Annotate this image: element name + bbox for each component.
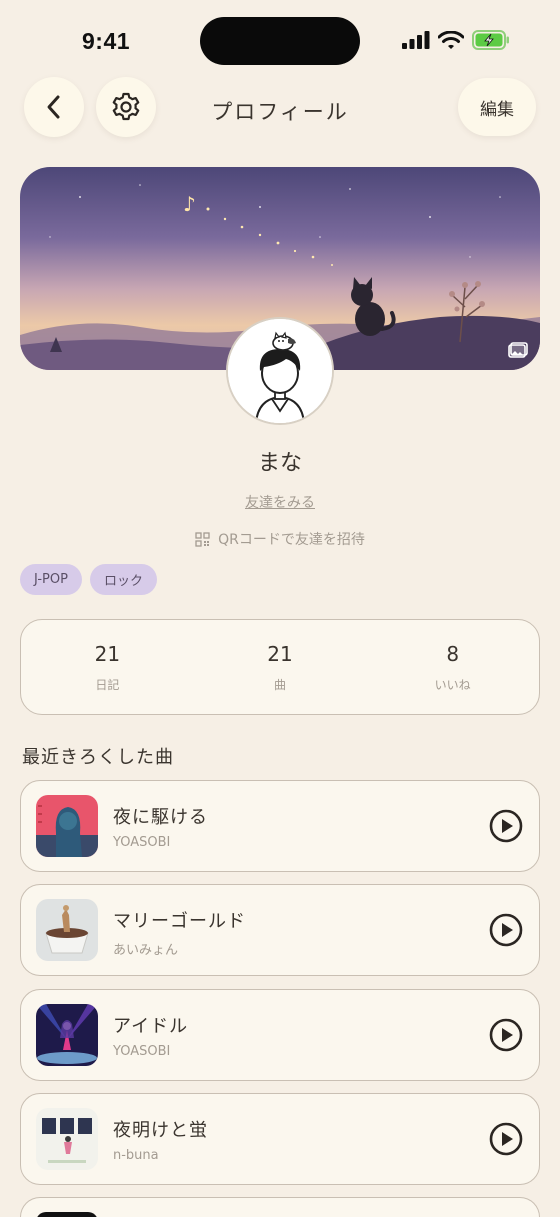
recent-songs-title: 最近きろくした曲 bbox=[22, 747, 174, 768]
svg-text:♪: ♪ bbox=[183, 192, 196, 216]
tag-jpop[interactable]: J-POP bbox=[20, 564, 82, 595]
dynamic-island bbox=[200, 17, 360, 65]
qr-code-icon bbox=[195, 531, 210, 547]
stats-card: 21 日記 21 曲 8 いいね bbox=[20, 619, 540, 715]
invite-text: QRコードで友達を招待 bbox=[218, 532, 365, 548]
play-icon[interactable] bbox=[489, 1122, 523, 1156]
stat-likes-count: 8 bbox=[446, 641, 460, 666]
stat-likes-label: いいね bbox=[434, 677, 471, 692]
song-artist: あいみょん bbox=[113, 943, 179, 958]
song-item[interactable]: 夜明けと蛍 n-buna bbox=[20, 1093, 540, 1185]
edit-button[interactable]: 編集 bbox=[458, 78, 536, 136]
status-icons bbox=[402, 30, 510, 50]
album-art bbox=[36, 1108, 98, 1170]
avatar[interactable] bbox=[226, 317, 334, 425]
song-item[interactable]: アイドル YOASOBI bbox=[20, 989, 540, 1081]
stat-songs-label: 曲 bbox=[274, 677, 287, 692]
play-icon[interactable] bbox=[489, 1018, 523, 1052]
signal-icon bbox=[402, 31, 430, 49]
song-artist: YOASOBI bbox=[113, 835, 171, 850]
stat-diary-label: 日記 bbox=[95, 677, 120, 692]
battery-icon bbox=[472, 30, 509, 50]
song-title: アイドル bbox=[113, 1016, 189, 1037]
song-item[interactable]: マリーゴールド あいみょん bbox=[20, 884, 540, 976]
stat-diary-count: 21 bbox=[94, 641, 121, 666]
wifi-icon bbox=[438, 30, 464, 49]
tag-rock[interactable]: ロック bbox=[89, 564, 157, 595]
song-title: 夜に駆ける bbox=[113, 807, 208, 828]
stat-diary[interactable]: 21 日記 bbox=[21, 620, 194, 714]
album-art bbox=[36, 1004, 98, 1066]
album-art bbox=[36, 899, 98, 961]
photo-icon[interactable] bbox=[508, 342, 528, 358]
view-friends-link[interactable]: 友達をみる bbox=[0, 492, 560, 512]
stat-likes[interactable]: 8 いいね bbox=[366, 620, 539, 714]
album-art bbox=[36, 795, 98, 857]
invite-by-qr-button[interactable]: QRコードで友達を招待 bbox=[0, 529, 560, 549]
genre-tags: J-POP ロック bbox=[20, 564, 157, 595]
song-item[interactable]: 夜に駆ける YOASOBI bbox=[20, 780, 540, 872]
song-item-partial[interactable] bbox=[20, 1197, 540, 1217]
stat-songs[interactable]: 21 曲 bbox=[194, 620, 367, 714]
play-icon[interactable] bbox=[489, 809, 523, 843]
avatar-illustration bbox=[228, 319, 332, 423]
stat-songs-count: 21 bbox=[267, 641, 293, 666]
album-art bbox=[36, 1212, 98, 1217]
status-bar: 9:41 bbox=[0, 0, 560, 80]
status-time: 9:41 bbox=[82, 28, 131, 54]
song-artist: YOASOBI bbox=[113, 1044, 171, 1059]
song-title: マリーゴールド bbox=[113, 911, 246, 932]
play-icon[interactable] bbox=[489, 913, 523, 947]
song-artist: n-buna bbox=[113, 1148, 159, 1163]
username: まな bbox=[257, 451, 302, 476]
song-title: 夜明けと蛍 bbox=[113, 1120, 208, 1141]
